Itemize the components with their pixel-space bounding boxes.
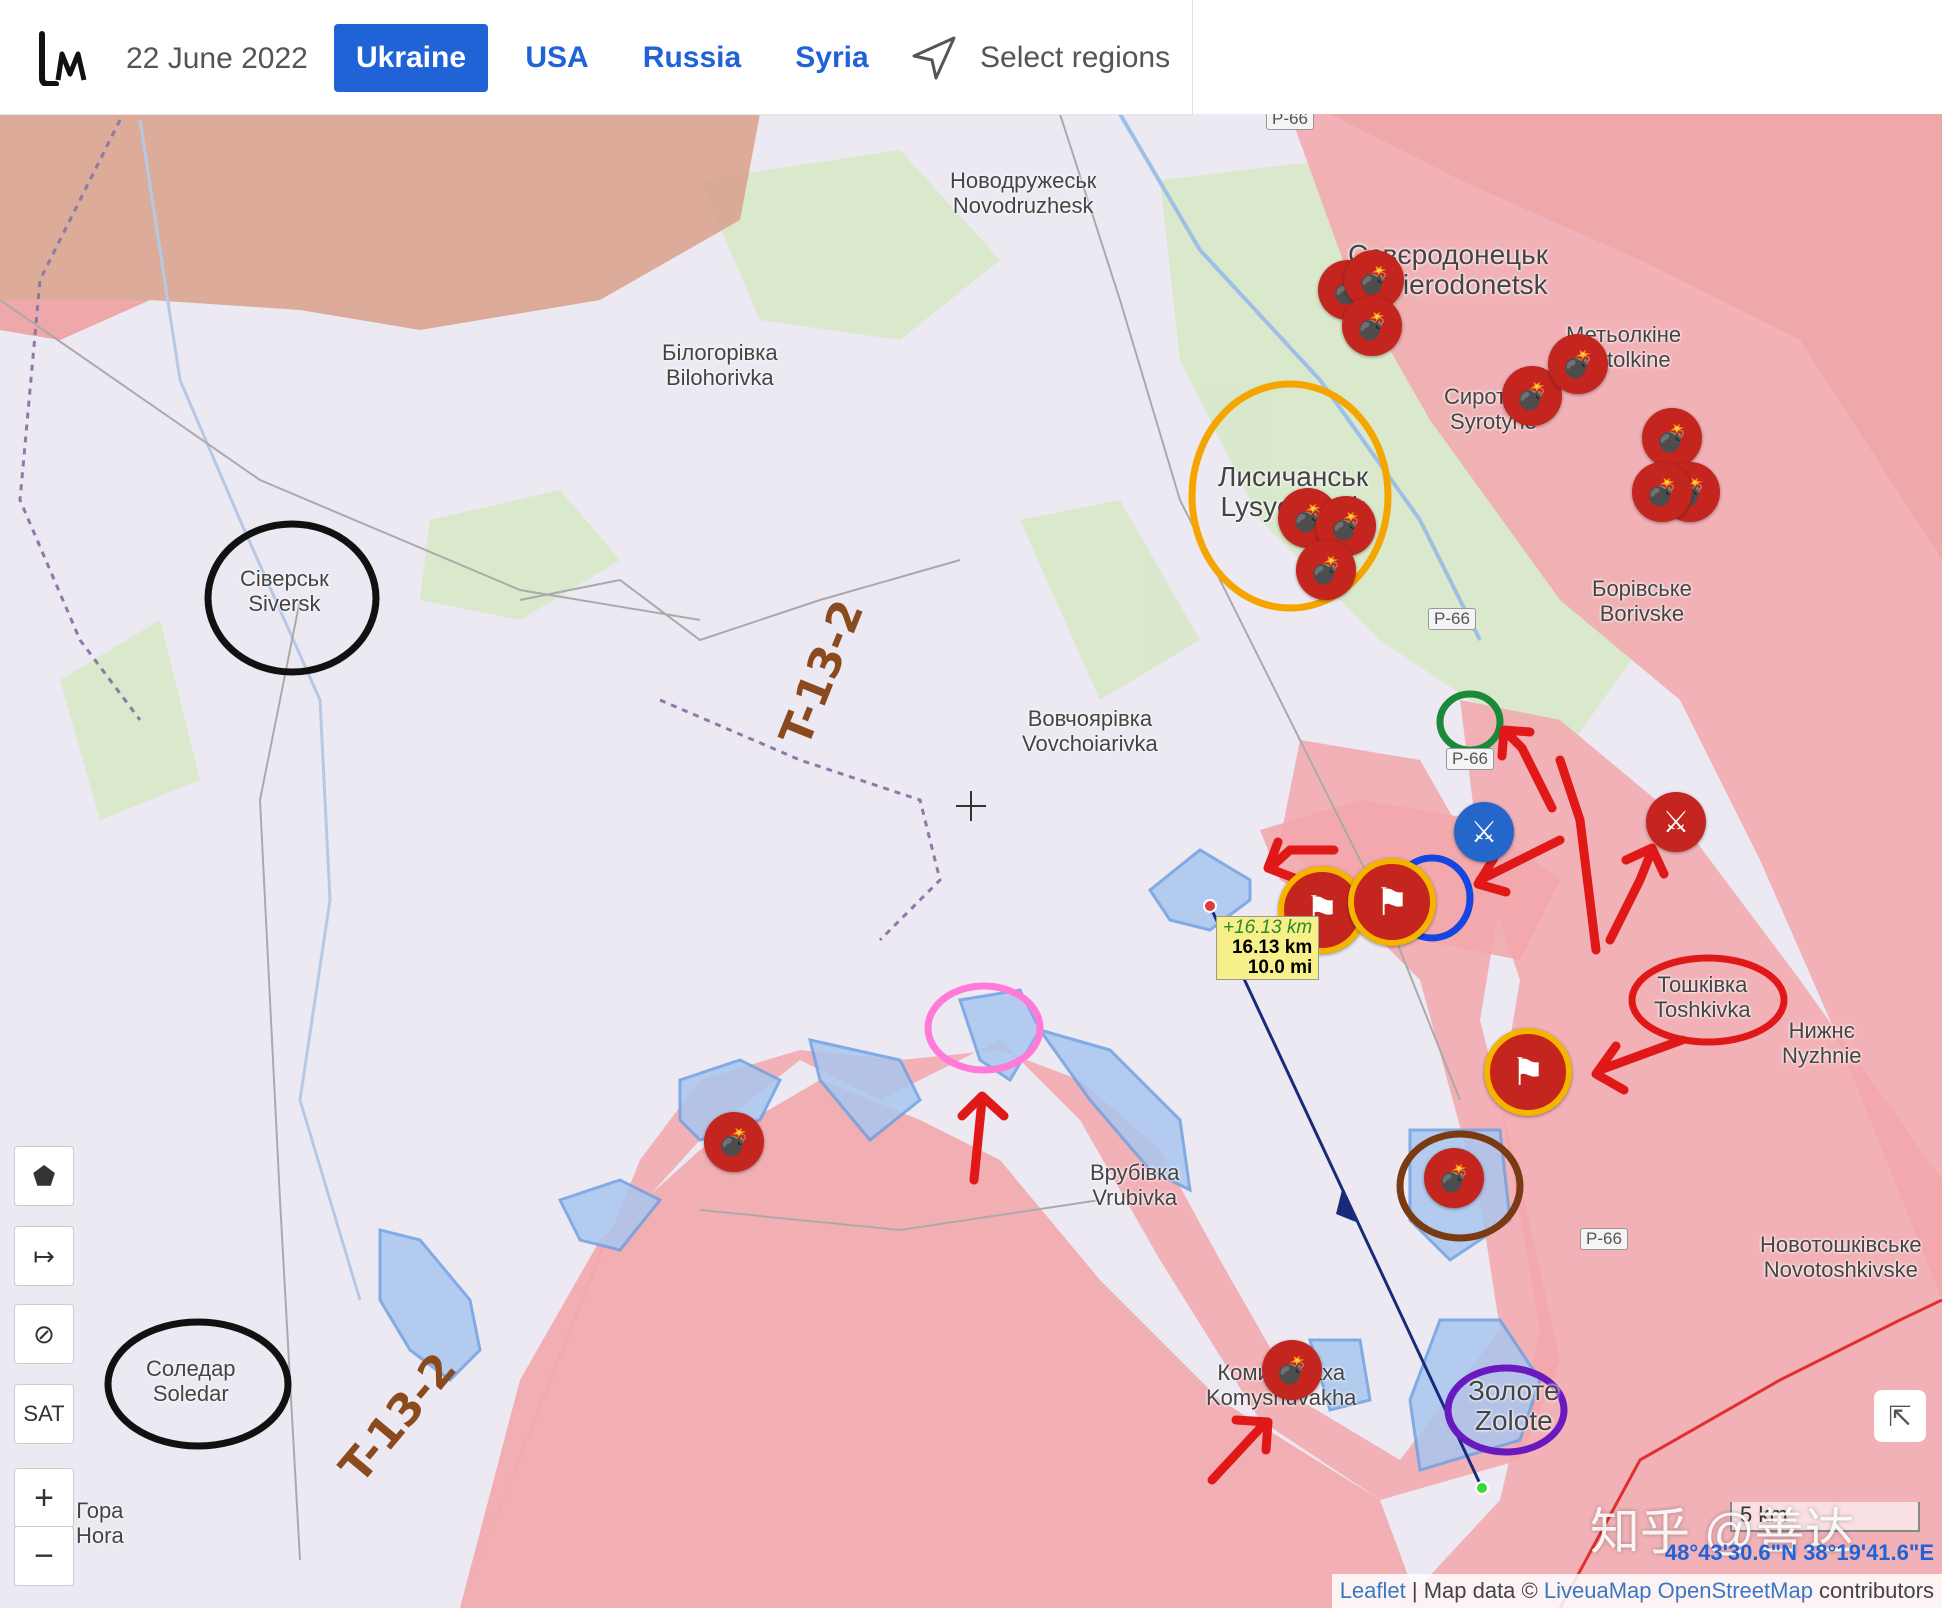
airstrike-marker-icon[interactable]: 💣 [1632,462,1692,522]
hide-layers-button[interactable]: ⊘ [14,1304,74,1364]
zoom-out-button[interactable]: − [14,1526,74,1586]
place-novotoshkivske: Новотошківське Novotoshkivske [1760,1232,1922,1282]
place-bilohorivka: Білогорівка Bilohorivka [662,340,778,390]
place-zolote: Золоте Zolote [1468,1375,1560,1436]
tab-usa[interactable]: USA [512,24,602,92]
place-soledar: Соледар Soledar [146,1356,236,1406]
map-canvas[interactable]: Новодружеськ Novodruzhesk Сєвєродонецьк Si… [0,114,1942,1608]
measure-button[interactable]: ↦ [14,1226,74,1286]
place-toshkivka: Тошківка Toshkivka [1654,972,1751,1022]
place-hora: Гора Hora [76,1498,124,1548]
place-vrubivka: Врубівка Vrubivka [1090,1160,1180,1210]
measure-km: 16.13 km [1231,937,1313,958]
road-label-p66: Р-66 [1428,608,1476,630]
place-vovchoiarivka: Вовчоярівка Vovchoiarivka [1022,706,1158,756]
airstrike-marker-icon[interactable]: 💣 [1424,1148,1484,1208]
current-date[interactable]: 22 June 2022 [126,42,308,76]
airstrike-marker-icon[interactable]: 💣 [704,1112,764,1172]
measure-delta: +16.13 km [1223,917,1313,938]
draw-polygon-button[interactable]: ⬟ [14,1146,74,1206]
captured-flag-marker-icon[interactable]: ⚑ [1484,1028,1572,1116]
tab-ukraine[interactable]: Ukraine [334,24,488,92]
map-attribution: Leaflet | Map data © LiveuaMap OpenStree… [1331,1574,1942,1608]
tab-russia[interactable]: Russia [630,24,754,92]
osm-link[interactable]: OpenStreetMap [1658,1578,1813,1603]
airstrike-marker-icon[interactable]: 💣 [1548,334,1608,394]
place-borivske: Борівське Borivske [1592,576,1692,626]
airstrike-marker-icon[interactable]: 💣 [1296,540,1356,600]
liveuamap-logo[interactable] [36,30,88,86]
navigation-arrow-icon [912,36,956,80]
road-label-p66: Р-66 [1266,114,1314,130]
expand-icon[interactable]: ⇱ [1874,1390,1926,1442]
road-label-p66: Р-66 [1446,748,1494,770]
airstrike-marker-icon[interactable]: 💣 [1262,1340,1322,1400]
satellite-button[interactable]: SAT [14,1384,74,1444]
captured-flag-marker-icon[interactable]: ⚑ [1348,858,1436,946]
place-nyzhnie: Нижнє Nyzhnie [1782,1018,1862,1068]
top-bar: 22 June 2022 Ukraine USA Russia Syria Se… [0,0,1193,115]
zoom-in-button[interactable]: + [14,1468,74,1528]
place-novodruzhesk: Новодружеськ Novodruzhesk [950,168,1097,218]
measure-mi: 10.0 mi [1247,957,1313,978]
select-regions-button[interactable]: Select regions [910,28,1170,88]
airstrike-marker-icon[interactable]: 💣 [1342,296,1402,356]
liveuamap-link[interactable]: LiveuaMap [1544,1578,1652,1603]
fighting-marker-icon[interactable]: ⚔ [1646,792,1706,852]
measurement-tooltip: +16.13 km 16.13 km 10.0 mi [1216,916,1320,980]
leaflet-link[interactable]: Leaflet [1340,1578,1406,1603]
airstrike-marker-icon[interactable]: 💣 [1642,408,1702,468]
ukraine-fighting-marker-icon[interactable]: ⚔ [1454,802,1514,862]
place-siversk: Сіверськ Siversk [240,566,329,616]
select-regions-label: Select regions [980,41,1171,74]
tab-syria[interactable]: Syria [782,24,882,92]
cursor-coordinates: 48°43'30.6"N 38°19'41.6"E [1664,1540,1934,1565]
road-label-p66: Р-66 [1580,1228,1628,1250]
